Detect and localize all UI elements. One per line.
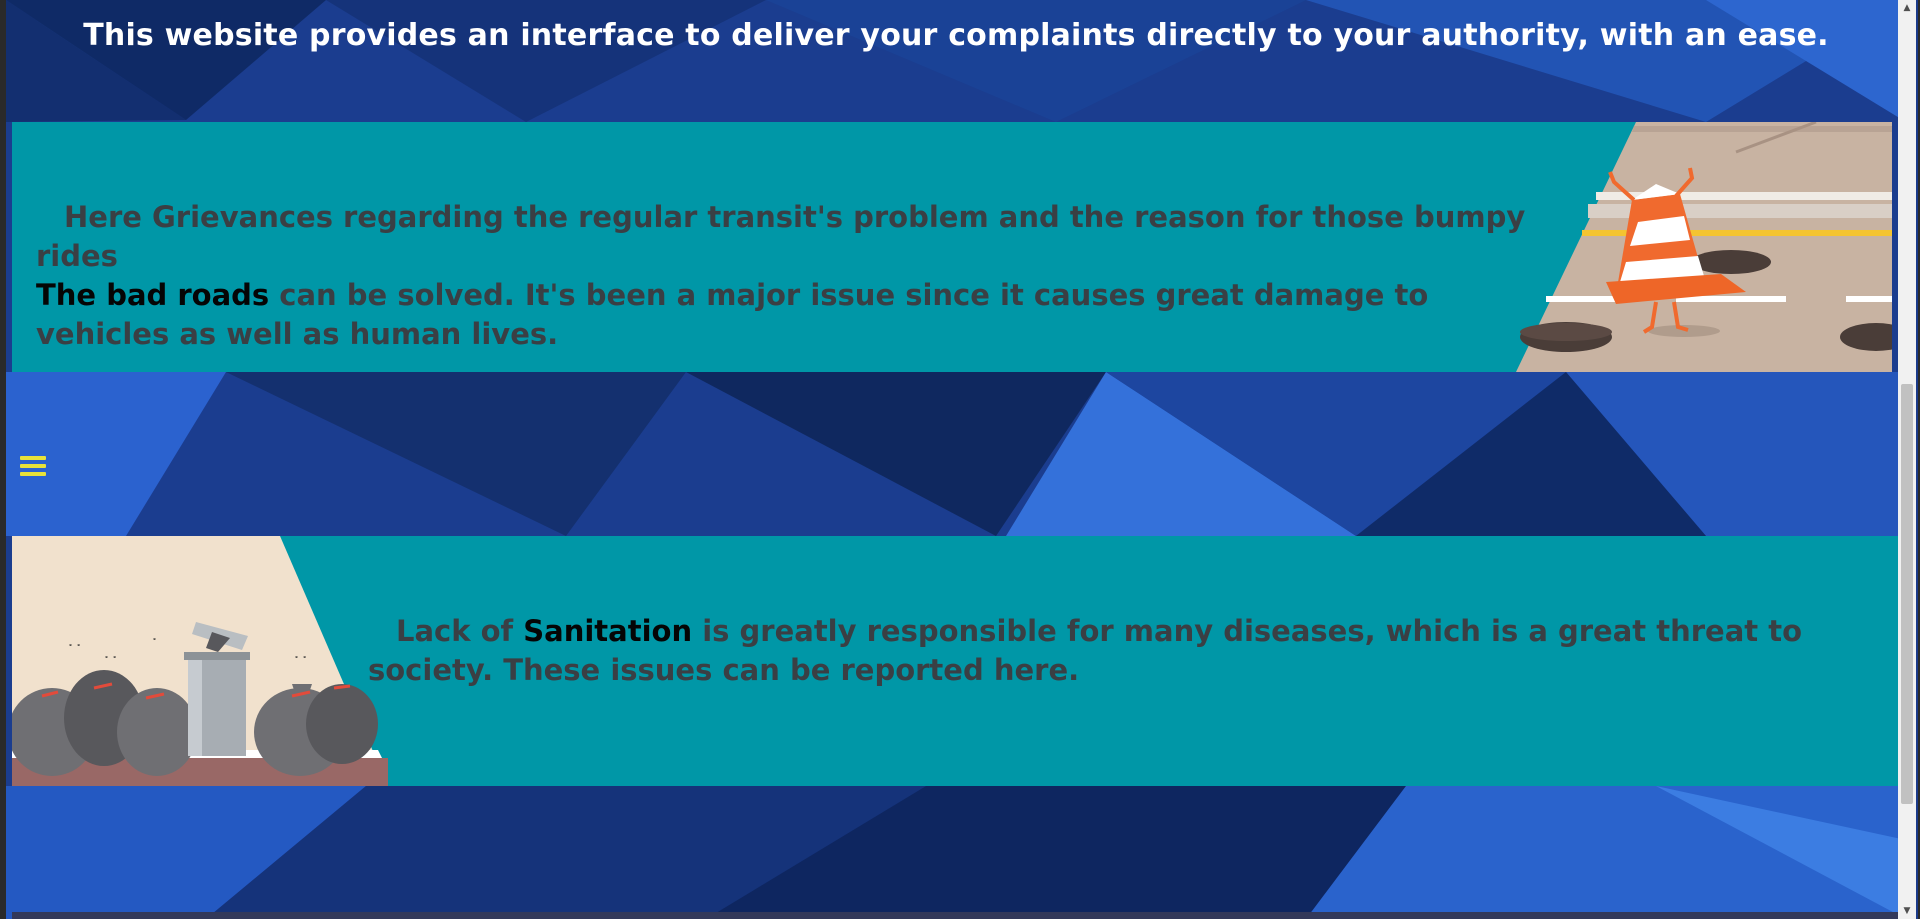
footer-strip xyxy=(12,912,1904,919)
intro-heading: This website provides an interface to de… xyxy=(83,18,1829,53)
sanitation-section: ˟ ˟ ˟ ˟ ˟ ˟ ˟ Lack of Sanitation is grea… xyxy=(12,536,1900,786)
sanitation-highlight: Sanitation xyxy=(523,614,693,648)
svg-text:˟ ˟: ˟ ˟ xyxy=(294,655,307,667)
vertical-scrollbar[interactable]: ▲ ▼ xyxy=(1898,0,1916,919)
svg-text:˟ ˟: ˟ ˟ xyxy=(104,655,117,667)
bad-roads-description: Here Grievances regarding the regular tr… xyxy=(36,198,1556,354)
bad-roads-highlight: The bad roads xyxy=(36,278,270,312)
bad-roads-section: Here Grievances regarding the regular tr… xyxy=(12,122,1892,372)
sanitation-prefix: Lack of xyxy=(396,614,524,648)
svg-text:˟ ˟: ˟ ˟ xyxy=(68,643,81,655)
scrollbar-thumb[interactable] xyxy=(1901,384,1913,804)
traffic-cone-pothole-illustration xyxy=(1516,122,1892,372)
svg-text:˟: ˟ xyxy=(152,637,157,649)
bad-roads-line1: Here Grievances regarding the regular tr… xyxy=(36,200,1526,273)
scroll-down-arrow-icon[interactable]: ▼ xyxy=(1898,903,1916,919)
page-frame: This website provides an interface to de… xyxy=(0,0,1920,919)
hamburger-menu-icon[interactable] xyxy=(20,456,46,478)
sanitation-description: Lack of Sanitation is greatly responsibl… xyxy=(368,612,1888,690)
garbage-bags-trash-can-illustration: ˟ ˟ ˟ ˟ ˟ ˟ ˟ xyxy=(12,536,388,786)
scroll-up-arrow-icon[interactable]: ▲ xyxy=(1898,0,1916,16)
